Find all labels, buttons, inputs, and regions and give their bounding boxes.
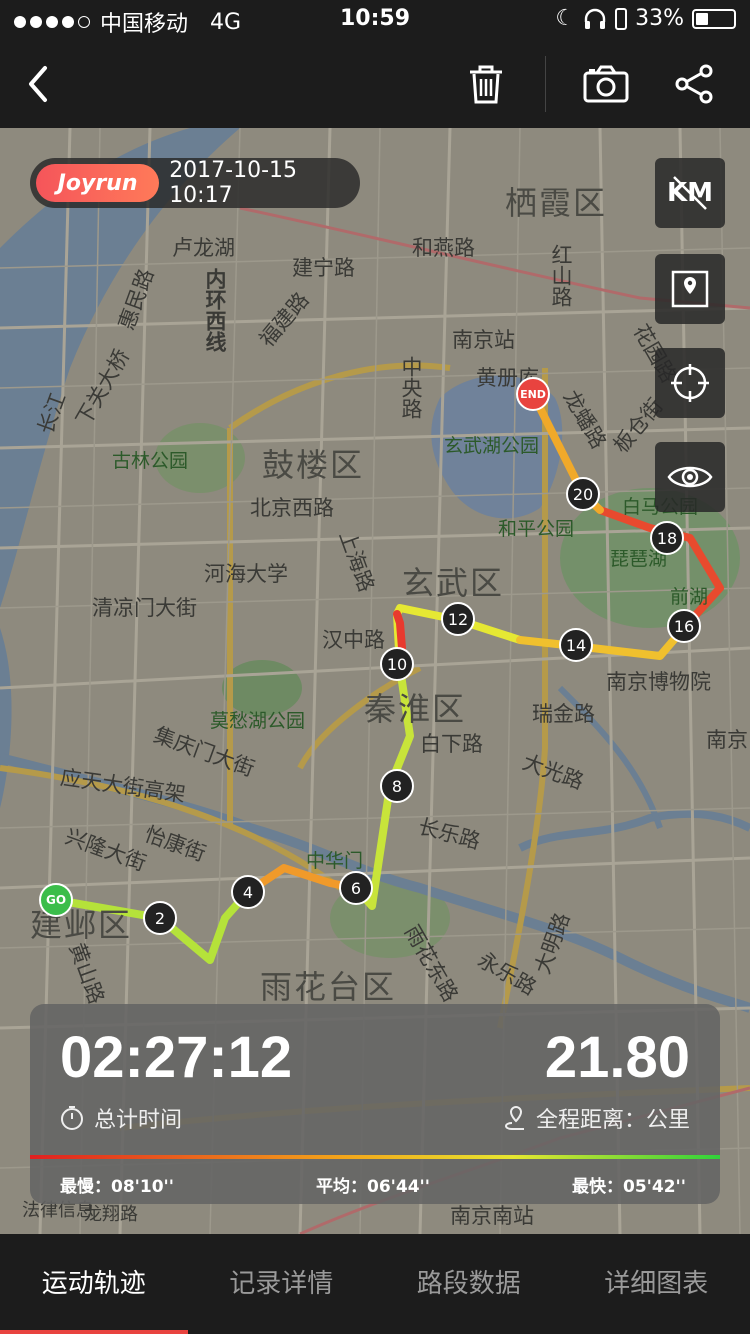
map-label-mochou: 莫愁湖公园 bbox=[210, 710, 306, 732]
eye-button[interactable] bbox=[655, 442, 725, 512]
joyrun-logo: Joyrun bbox=[36, 164, 160, 202]
run-date-badge: Joyrun 2017-10-15 10:17 bbox=[30, 158, 360, 208]
camera-icon[interactable] bbox=[580, 58, 632, 110]
map-label-qianhu: 前湖 bbox=[670, 586, 709, 608]
map-label-baixia: 白下路 bbox=[420, 732, 483, 756]
map-label-neihuan: 内环西线 bbox=[203, 268, 227, 352]
route-map[interactable]: 栖霞区 鼓楼区 玄武区 秦淮区 建邺区 雨花台区 南京站 黄册库 玄武湖公园 和… bbox=[0, 128, 750, 1234]
map-label-zhonghuamen: 中华门 bbox=[306, 850, 364, 872]
km-marker[interactable]: 2 bbox=[143, 901, 177, 935]
stopwatch-icon bbox=[61, 1106, 83, 1130]
distance-label-row: 全程距离：公里 bbox=[500, 1102, 690, 1134]
status-bar: 中国移动 4G 10:59 ☾ 33% bbox=[0, 0, 750, 40]
map-label-beijing-west: 北京西路 bbox=[250, 496, 334, 520]
eye-icon bbox=[667, 466, 713, 488]
map-label-lulong: 卢龙湖 bbox=[172, 236, 235, 260]
route-end-marker[interactable]: END bbox=[516, 377, 550, 411]
locate-button[interactable] bbox=[655, 348, 725, 418]
tab-segment-data[interactable]: 路段数据 bbox=[375, 1234, 563, 1334]
map-label-qinhuai: 秦淮区 bbox=[364, 690, 467, 728]
map-label-hanzhong: 汉中路 bbox=[322, 628, 385, 652]
km-marker[interactable]: 8 bbox=[380, 769, 414, 803]
average-pace: 平均：06'44'' bbox=[316, 1177, 430, 1197]
km-marker[interactable]: 14 bbox=[559, 628, 593, 662]
map-label-guling-park: 古林公园 bbox=[112, 450, 189, 472]
map-label-jianning: 建宁路 bbox=[292, 256, 355, 280]
back-arrow-icon[interactable] bbox=[12, 58, 64, 110]
map-label-ruijin: 瑞金路 bbox=[532, 702, 595, 726]
duration-label: 总计时间 bbox=[94, 1108, 183, 1133]
battery-icon bbox=[692, 8, 736, 29]
total-duration: 02:27:12 bbox=[60, 1025, 293, 1090]
map-layer-icon bbox=[671, 270, 709, 308]
battery-percent: 33% bbox=[635, 6, 684, 31]
map-label-qixia: 栖霞区 bbox=[505, 184, 608, 222]
tab-detailed-charts[interactable]: 详细图表 bbox=[563, 1234, 750, 1334]
duration-label-row: 总计时间 bbox=[60, 1102, 182, 1134]
distance-label: 全程距离：公里 bbox=[535, 1108, 690, 1133]
headphones-icon bbox=[584, 8, 606, 29]
km-marker[interactable]: 4 bbox=[231, 875, 265, 909]
nav-divider bbox=[545, 56, 546, 112]
map-label-qingliang: 清凉门大街 bbox=[92, 596, 197, 620]
locate-icon bbox=[671, 364, 709, 402]
bottom-tab-bar: 运动轨迹 记录详情 路段数据 详细图表 bbox=[0, 1234, 750, 1334]
run-datetime: 2017-10-15 10:17 bbox=[169, 158, 298, 208]
km-toggle-button[interactable]: KM bbox=[655, 158, 725, 228]
tab-record-details[interactable]: 记录详情 bbox=[188, 1234, 376, 1334]
map-label-nanjing-station: 南京站 bbox=[452, 328, 515, 352]
slash-icon bbox=[673, 176, 707, 210]
km-marker[interactable]: 12 bbox=[441, 602, 475, 636]
pace-gradient-bar bbox=[30, 1155, 720, 1159]
run-stats-panel: 02:27:12 21.80 总计时间 全程距离：公里 最慢：08'10'' 平… bbox=[30, 1004, 720, 1204]
nav-bar bbox=[0, 40, 750, 128]
map-label-hongshan: 红山路 bbox=[549, 244, 573, 307]
km-marker[interactable]: 18 bbox=[650, 521, 684, 555]
moon-icon: ☾ bbox=[555, 6, 576, 31]
map-label-nanjing-south: 南京南站 bbox=[450, 1204, 534, 1228]
total-distance: 21.80 bbox=[544, 1025, 690, 1090]
map-label-zhongyang: 中央路 bbox=[399, 356, 423, 419]
portrait-lock-icon bbox=[615, 7, 628, 30]
map-label-xuanwu-park: 玄武湖公园 bbox=[444, 435, 540, 457]
map-layer-button[interactable] bbox=[655, 254, 725, 324]
map-label-heping-park: 和平公园 bbox=[498, 518, 575, 540]
map-label-heyan: 和燕路 bbox=[412, 236, 475, 260]
map-label-xuanwu: 玄武区 bbox=[402, 564, 505, 602]
share-icon[interactable] bbox=[668, 58, 720, 110]
tab-track[interactable]: 运动轨迹 bbox=[0, 1234, 188, 1334]
slowest-pace: 最慢：08'10'' bbox=[60, 1177, 174, 1197]
map-label-hohai: 河海大学 bbox=[204, 562, 288, 586]
km-marker[interactable]: 10 bbox=[380, 647, 414, 681]
route-start-marker[interactable]: GO bbox=[39, 883, 73, 917]
km-marker[interactable]: 16 bbox=[667, 609, 701, 643]
km-marker[interactable]: 6 bbox=[339, 871, 373, 905]
fastest-pace: 最快：05'42'' bbox=[572, 1177, 686, 1197]
route-pin-icon bbox=[504, 1105, 524, 1130]
map-label-nanjing: 南京 bbox=[706, 728, 748, 752]
status-right: ☾ 33% bbox=[555, 6, 736, 31]
map-label-gulou: 鼓楼区 bbox=[262, 446, 365, 484]
trash-icon[interactable] bbox=[460, 58, 512, 110]
map-label-museum: 南京博物院 bbox=[606, 670, 711, 694]
map-label-yuhuatai: 雨花台区 bbox=[260, 968, 397, 1006]
km-marker[interactable]: 20 bbox=[566, 477, 600, 511]
